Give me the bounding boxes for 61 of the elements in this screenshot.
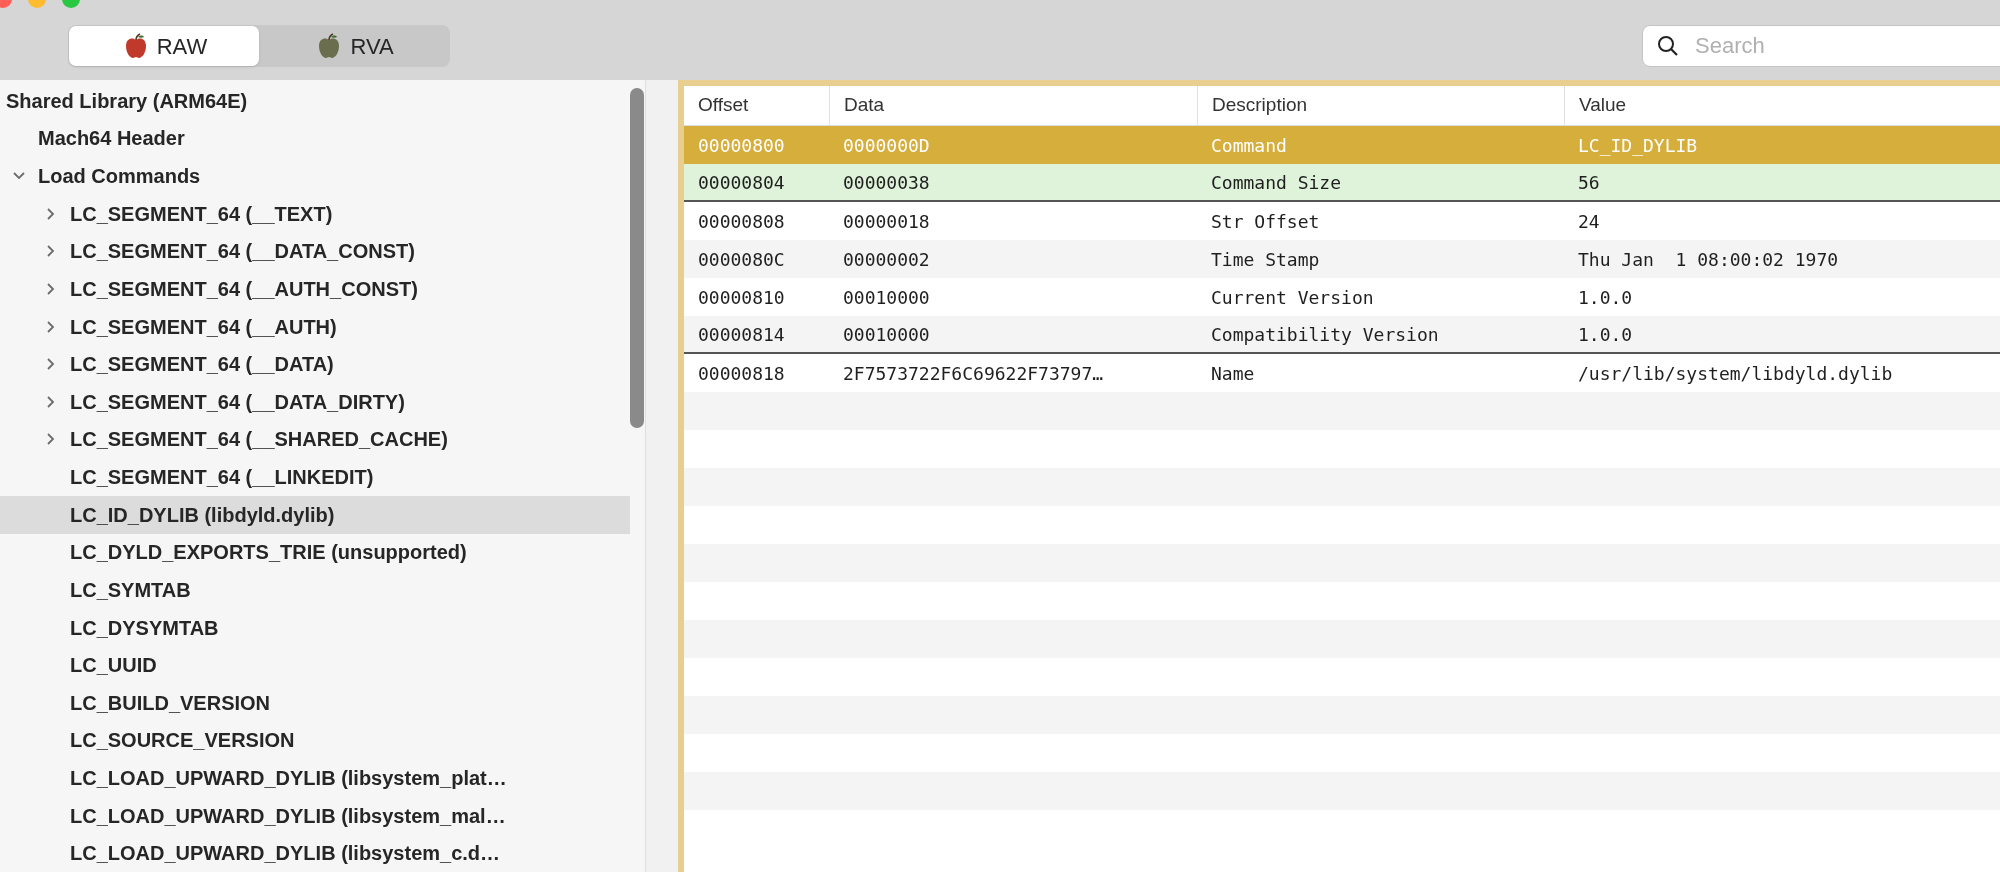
tree-item[interactable]: Mach64 Header xyxy=(0,119,630,158)
tree-item[interactable]: LC_SEGMENT_64 (__DATA_CONST) xyxy=(0,232,630,271)
tree-item[interactable]: LC_SEGMENT_64 (__AUTH_CONST) xyxy=(0,270,630,308)
column-header[interactable]: Offset xyxy=(698,91,749,120)
table-cell: 0000000D xyxy=(843,134,930,156)
tree-item[interactable]: LC_SEGMENT_64 (__LINKEDIT) xyxy=(0,458,630,496)
table-cell: LC_ID_DYLIB xyxy=(1578,134,1698,156)
column-header[interactable]: Value xyxy=(1579,91,1627,120)
column-header[interactable]: Description xyxy=(1212,91,1308,120)
tree-item[interactable]: LC_SEGMENT_64 (__DATA) xyxy=(0,345,630,383)
table-cell: Current Version xyxy=(1211,286,1374,308)
table-cell: Compatibility Version xyxy=(1211,323,1439,345)
table-cell: Str Offset xyxy=(1211,210,1320,232)
table-cell: 1.0.0 xyxy=(1578,286,1633,308)
search-field[interactable]: Search xyxy=(1642,25,2000,67)
table-cell: 00010000 xyxy=(843,286,930,308)
search-icon xyxy=(1656,34,1680,58)
scrollbar-thumb[interactable] xyxy=(630,88,644,428)
table-cell: Time Stamp xyxy=(1211,248,1320,270)
tree-item[interactable]: Load Commands xyxy=(0,157,630,195)
tree-item[interactable]: LC_ID_DYLIB (libdyld.dylib) xyxy=(0,495,630,534)
tree-item[interactable]: LC_DYLD_EXPORTS_TRIE (unsupported) xyxy=(0,533,630,572)
view-mode-tab[interactable]: RAW xyxy=(69,26,259,66)
table-cell: /usr/lib/system/libdyld.dylib xyxy=(1578,362,1893,384)
table-cell: 00000800 xyxy=(698,134,785,156)
table-cell: Name xyxy=(1211,362,1255,384)
table-cell: 56 xyxy=(1578,171,1600,193)
table-cell: 2F7573722F6C69622F73797… xyxy=(843,362,1104,384)
table-cell: 00000018 xyxy=(843,210,930,232)
table-cell: 00000808 xyxy=(698,210,785,232)
tree-item[interactable]: LC_LOAD_UPWARD_DYLIB (libsystem_c.d… xyxy=(0,834,630,872)
table-cell: Thu Jan 1 08:00:02 1970 xyxy=(1578,248,1839,270)
table-cell: 24 xyxy=(1578,210,1600,232)
tree-item[interactable]: LC_SEGMENT_64 (__AUTH) xyxy=(0,307,630,346)
table-row[interactable]: 00000804 00000038 Command Size 56 xyxy=(684,164,2000,202)
table-cell: Command xyxy=(1211,134,1287,156)
tree-item[interactable]: Shared Library (ARM64E) xyxy=(0,82,630,120)
tree-item[interactable]: LC_SYMTAB xyxy=(0,571,630,609)
table-cell: 00000002 xyxy=(843,248,930,270)
tree-item[interactable]: LC_DYSYMTAB xyxy=(0,608,630,647)
tree-item[interactable]: LC_UUID xyxy=(0,646,630,684)
tree-item[interactable]: LC_LOAD_UPWARD_DYLIB (libsystem_mal… xyxy=(0,796,630,835)
table-cell: 1.0.0 xyxy=(1578,323,1633,345)
table-row[interactable]: 00000814 00010000 Compatibility Version 1.0.0 xyxy=(684,316,2000,354)
tree-item[interactable]: LC_SEGMENT_64 (__DATA_DIRTY) xyxy=(0,383,630,421)
table-cell: 00000038 xyxy=(843,171,930,193)
tree-item[interactable]: LC_BUILD_VERSION xyxy=(0,684,630,722)
table-row[interactable]: 0000080C 00000002 Time Stamp Thu Jan 1 08:00:02 1970 xyxy=(684,240,2000,278)
tree-item[interactable]: LC_SEGMENT_64 (__SHARED_CACHE) xyxy=(0,420,630,459)
table-cell: 00000810 xyxy=(698,286,785,308)
table-cell: 0000080C xyxy=(698,248,785,270)
tree-item[interactable]: LC_SEGMENT_64 (__TEXT) xyxy=(0,194,630,233)
table-cell: 00000818 xyxy=(698,362,785,384)
table-cell: 00010000 xyxy=(843,323,930,345)
tree-item[interactable]: LC_SOURCE_VERSION xyxy=(0,721,630,760)
table-cell: 00000814 xyxy=(698,323,785,345)
table-cell: Command Size xyxy=(1211,171,1342,193)
table-cell: 00000804 xyxy=(698,171,785,193)
view-mode-tab[interactable]: RVA xyxy=(259,26,449,66)
tree-item[interactable]: LC_LOAD_UPWARD_DYLIB (libsystem_plat… xyxy=(0,759,630,797)
column-header[interactable]: Data xyxy=(844,91,885,120)
